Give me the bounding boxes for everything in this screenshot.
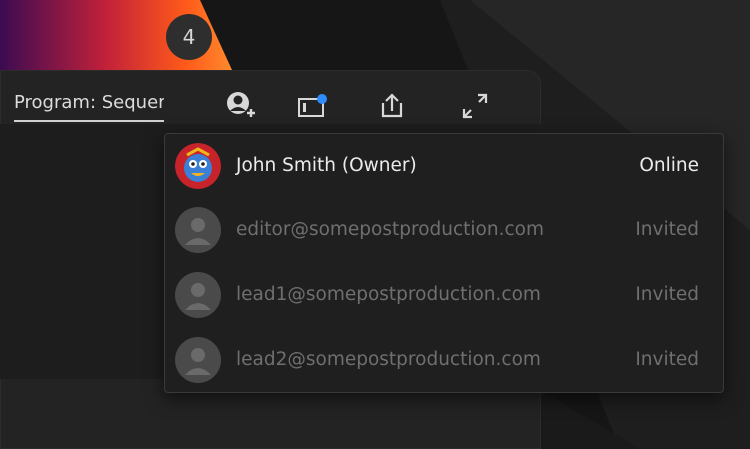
collaborator-row[interactable]: John Smith (Owner) Online — [165, 134, 723, 198]
collaborator-row[interactable]: lead1@somepostproduction.com Invited — [165, 263, 723, 327]
collaborator-status: Invited — [635, 284, 699, 305]
collaborator-name: John Smith (Owner) — [236, 155, 417, 176]
collaborators-popover: John Smith (Owner) Online editor@somepos… — [164, 133, 724, 393]
collaborator-row[interactable]: lead2@somepostproduction.com Invited — [165, 328, 723, 392]
placeholder-avatar — [175, 207, 221, 253]
collaborator-status: Online — [639, 155, 699, 176]
add-user-icon[interactable] — [218, 84, 262, 128]
collaborator-status: Invited — [635, 349, 699, 370]
tab-program-sequence[interactable]: Program: Sequer — [14, 86, 164, 122]
collaborator-name: lead1@somepostproduction.com — [236, 284, 541, 305]
fullscreen-icon[interactable] — [453, 84, 497, 128]
notification-panel-icon[interactable] — [290, 84, 334, 128]
placeholder-avatar — [175, 337, 221, 383]
collaborator-name: editor@somepostproduction.com — [236, 219, 544, 240]
collaborator-count-button[interactable]: 4 — [166, 14, 212, 60]
collaborator-row[interactable]: editor@somepostproduction.com Invited — [165, 198, 723, 262]
placeholder-avatar — [175, 272, 221, 318]
owner-avatar — [175, 143, 221, 189]
share-icon[interactable] — [370, 84, 414, 128]
collaborator-status: Invited — [635, 219, 699, 240]
collaborator-name: lead2@somepostproduction.com — [236, 349, 541, 370]
